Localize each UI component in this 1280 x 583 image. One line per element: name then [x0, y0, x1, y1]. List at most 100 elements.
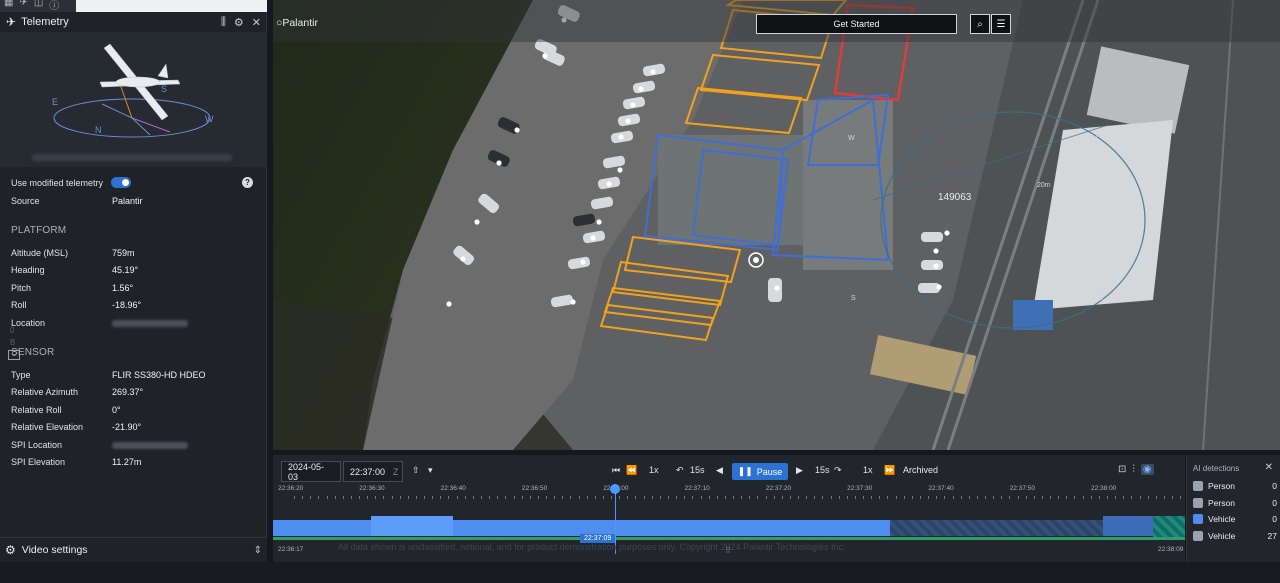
tick-mark — [846, 496, 848, 499]
detections-toggle-icon[interactable]: ◉ — [1140, 464, 1154, 475]
skip-forward-label[interactable]: 15s — [815, 465, 830, 475]
tick-mark — [993, 496, 995, 499]
time-field[interactable]: 22:37:00 Z — [343, 461, 403, 482]
skip-start-icon[interactable]: ⏮ — [612, 465, 620, 476]
tick-label: 22:36:30 — [359, 485, 385, 492]
track-segment-highlight — [371, 516, 453, 536]
status-archived: Archived — [903, 465, 939, 475]
chevron-down-icon[interactable]: ▾ — [428, 465, 433, 476]
source-row: Source Palantir — [11, 196, 261, 206]
tick-mark — [1025, 496, 1027, 499]
spi-location-label: SPI Location — [11, 440, 63, 450]
ai-detections-panel: AI detections ✕ Person 0 Person 0 Vehicl… — [1186, 455, 1280, 562]
track-id-label: 149063 — [938, 192, 972, 203]
tick-mark — [424, 496, 426, 499]
tick-mark — [375, 496, 377, 499]
telemetry-panel: ▦ ✈ ◫ ⓘ ✈ Telemetry ⫼ ⚙ ✕ E N W S Use mo… — [0, 0, 267, 562]
telemetry-header: ✈ Telemetry ⫼ ⚙ ✕ — [0, 12, 267, 32]
forward-15-icon[interactable]: ↷ — [834, 465, 842, 476]
resize-grip-icon[interactable]: ⠿ — [725, 546, 731, 555]
help-icon[interactable]: ? — [242, 177, 253, 188]
timeline-track[interactable] — [273, 516, 1185, 540]
info-icon[interactable]: ⓘ — [49, 0, 59, 12]
tick-mark — [619, 496, 621, 499]
tick-mark — [944, 496, 946, 499]
tick-mark — [635, 496, 637, 499]
gear-icon[interactable]: ⚙ — [234, 16, 244, 29]
drone-tab-icon[interactable]: ✈ — [19, 0, 27, 12]
get-started-button[interactable]: Get Started — [756, 14, 957, 34]
time-ticks: 22:36:2022:36:3022:36:4022:36:5022:37:00… — [273, 485, 1185, 505]
tick-mark — [318, 496, 320, 499]
crop-frame-icon[interactable]: ⊡ — [1118, 464, 1126, 475]
layers-icon[interactable]: ▦ — [4, 0, 13, 12]
columns-icon[interactable]: ⫼ — [221, 16, 226, 29]
pause-button[interactable]: ❚❚ Pause — [732, 463, 788, 480]
tick-label: 22:37:30 — [847, 485, 873, 492]
sensor-row: Relative Roll 0° — [11, 405, 261, 415]
rate-back-button[interactable]: 1x — [649, 465, 659, 475]
tick-mark — [310, 496, 312, 499]
tick-mark — [489, 496, 491, 499]
tick-mark — [684, 496, 686, 499]
tick-mark — [928, 496, 930, 499]
tick-mark — [911, 496, 913, 499]
tick-mark — [578, 496, 580, 499]
tick-mark — [895, 496, 897, 499]
search-icon[interactable]: ⌕ — [970, 14, 990, 34]
sliders-icon[interactable]: ⫶ — [1132, 464, 1135, 475]
location-row: Location — [11, 318, 261, 328]
tick-label: 22:37:10 — [684, 485, 710, 492]
ai-detection-row[interactable]: Person 0 — [1193, 496, 1277, 510]
tick-mark — [562, 496, 564, 499]
tick-mark — [546, 496, 548, 499]
faint-marker: 0 — [10, 326, 15, 335]
tick-mark — [838, 496, 840, 499]
altitude-label: Altitude (MSL) — [11, 248, 69, 258]
drone-orientation-graphic: E N W S — [52, 43, 214, 138]
spi-location-row: SPI Location — [11, 440, 261, 450]
video-settings-bar[interactable]: ⚙ Video settings ⇕ — [0, 537, 267, 562]
tick-mark — [814, 496, 816, 499]
close-icon[interactable]: ✕ — [252, 16, 261, 29]
rewind-icon[interactable]: ⏪ — [626, 465, 637, 476]
replay-15-icon[interactable]: ↶ — [676, 465, 684, 476]
tick-mark — [359, 496, 361, 499]
location-redacted — [112, 320, 188, 327]
step-back-icon[interactable]: ◀ — [716, 465, 723, 476]
tick-mark — [1009, 496, 1011, 499]
tick-mark — [1107, 496, 1108, 499]
rate-forward-button[interactable]: 1x — [863, 465, 873, 475]
menu-icon[interactable]: ☰ — [991, 14, 1011, 34]
timeline-end: 22:38:09 — [1158, 546, 1184, 553]
tick-mark — [1058, 496, 1060, 499]
date-field[interactable]: 2024-05-03 — [281, 461, 341, 482]
export-icon[interactable]: ⇧ — [412, 465, 420, 476]
detection-swatch — [1193, 481, 1203, 491]
compass-s-label: S — [161, 84, 167, 94]
tick-mark — [497, 496, 499, 499]
platform-row: Heading 45.19° — [11, 265, 261, 275]
playhead-handle[interactable] — [610, 484, 620, 494]
tick-mark — [1098, 496, 1100, 499]
tick-label: 22:37:20 — [765, 485, 792, 492]
spi-elevation-row: SPI Elevation 11.27m — [11, 457, 261, 467]
video-map-view[interactable]: W S N E 20m 149063 ○Palantir Get Started… — [273, 0, 1280, 450]
tick-mark — [822, 496, 824, 499]
video-settings-label: Video settings — [21, 544, 88, 556]
tick-mark — [781, 496, 783, 499]
detection-count: 0 — [1272, 498, 1277, 508]
tick-mark — [367, 496, 369, 499]
close-icon[interactable]: ✕ — [1265, 462, 1273, 473]
ai-detection-row[interactable]: Vehicle 27 — [1193, 529, 1277, 543]
ai-detection-row[interactable]: Person 0 — [1193, 479, 1277, 493]
step-forward-icon[interactable]: ▶ — [796, 465, 803, 476]
use-modified-toggle[interactable] — [111, 177, 131, 188]
ai-detection-row[interactable]: Vehicle 0 — [1193, 512, 1277, 526]
skip-back-label[interactable]: 15s — [690, 465, 705, 475]
tick-mark — [854, 496, 856, 499]
map-tab-icon[interactable]: ◫ — [34, 0, 43, 12]
fast-forward-icon[interactable]: ⏩ — [884, 465, 895, 476]
spi-elevation-value: 11.27m — [112, 457, 142, 467]
tick-mark — [513, 496, 515, 499]
